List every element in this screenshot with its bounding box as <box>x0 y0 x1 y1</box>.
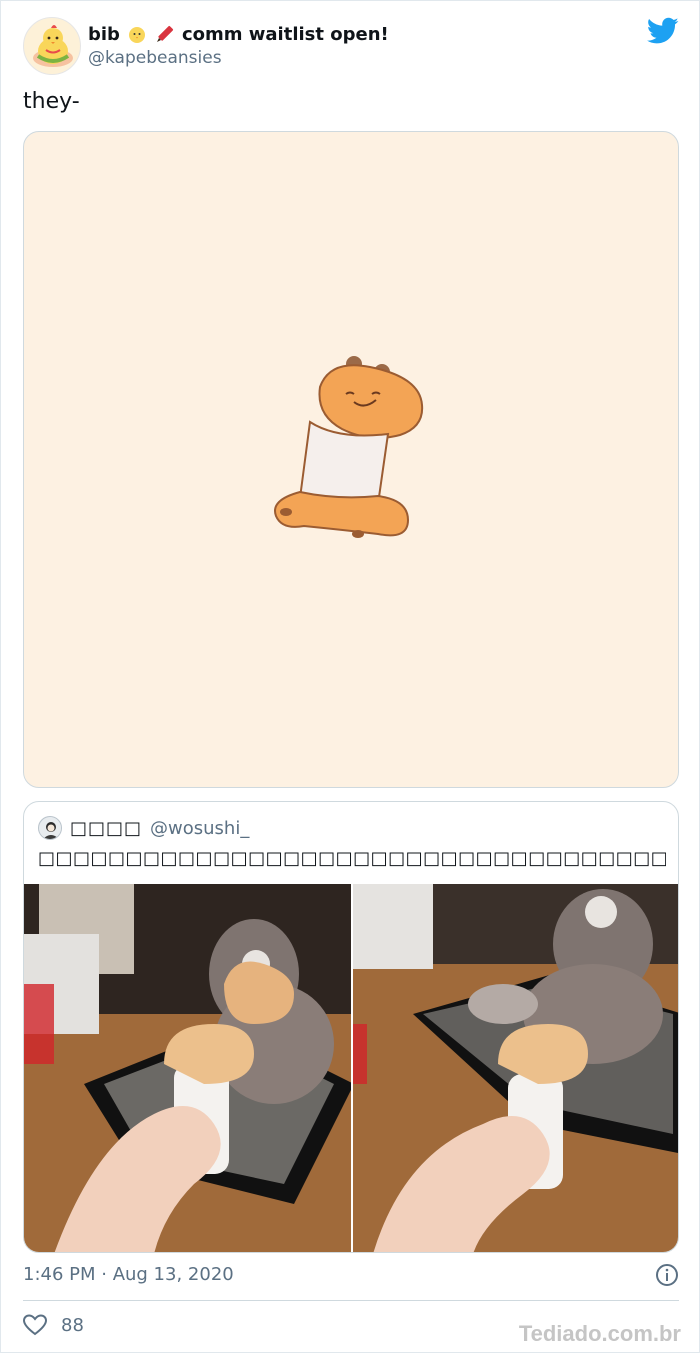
twitter-bird-icon[interactable] <box>647 17 679 45</box>
tweet-text: they- <box>23 89 80 114</box>
quoted-author-handle: @wosushi_ <box>150 817 250 839</box>
quoted-tweet-text: □□□□□□□□□□□□□□□□□□□□□□□□□□□□□□□□□□□□□□□□… <box>38 848 666 869</box>
hamster-photo-right <box>353 884 678 1252</box>
chick-icon <box>126 23 148 45</box>
like-action[interactable]: 88 <box>23 1314 84 1336</box>
author-name-suffix: comm waitlist open! <box>181 23 389 45</box>
chick-avatar-icon <box>33 25 73 67</box>
watermark: Tediado.com.br <box>518 1321 681 1346</box>
quoted-photo-2[interactable] <box>353 884 678 1252</box>
author-name-prefix: bib <box>88 23 120 45</box>
hamster-photo-left <box>24 884 351 1252</box>
like-count: 88 <box>61 1314 84 1336</box>
tweet-timestamp[interactable]: 1:46 PM · Aug 13, 2020 <box>23 1264 234 1285</box>
author-handle[interactable]: @kapebeansies <box>88 48 222 68</box>
tweet-media-image[interactable] <box>23 131 679 788</box>
tweet-card: bib comm waitlist open! @kapebeansies th… <box>0 0 700 1353</box>
quoted-tweet-header: □□□□ @wosushi_ <box>38 816 249 840</box>
author-name[interactable]: bib comm waitlist open! <box>88 23 389 45</box>
avatar[interactable] <box>23 17 81 75</box>
quoted-avatar[interactable] <box>38 816 62 840</box>
divider <box>23 1300 679 1301</box>
crayon-icon <box>154 23 176 45</box>
quoted-tweet[interactable]: □□□□ @wosushi_ □□□□□□□□□□□□□□□□□□□□□□□□□… <box>23 801 679 1253</box>
quoted-photo-1[interactable] <box>24 884 351 1252</box>
quoted-avatar-icon <box>39 817 61 839</box>
quoted-author-name: □□□□ <box>70 817 143 839</box>
heart-icon[interactable] <box>23 1314 47 1336</box>
info-icon[interactable] <box>655 1263 679 1287</box>
quoted-media <box>24 884 678 1252</box>
hamster-in-tube-illustration <box>274 356 424 538</box>
